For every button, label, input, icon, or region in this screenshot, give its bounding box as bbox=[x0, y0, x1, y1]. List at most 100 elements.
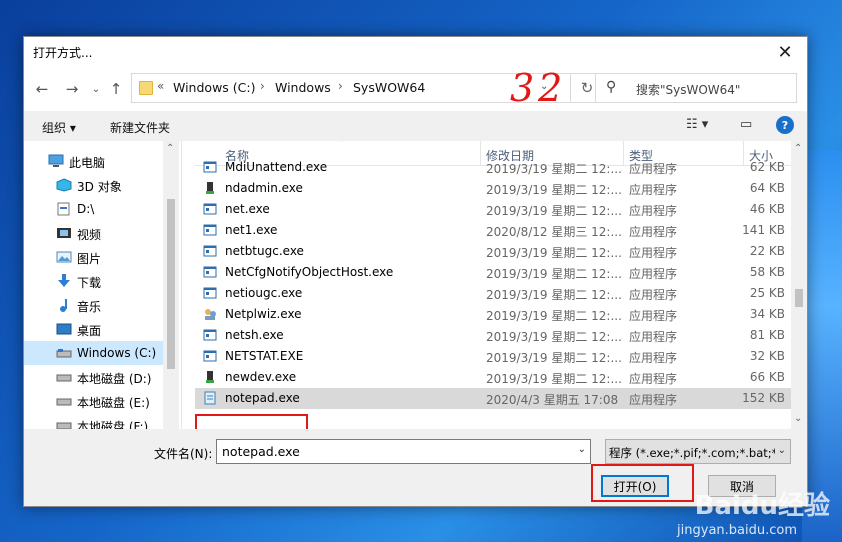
file-type-select[interactable]: 程序 (*.exe;*.pif;*.com;*.bat;*. ⌄ bbox=[605, 439, 791, 464]
breadcrumb-windows[interactable]: Windows bbox=[275, 80, 331, 95]
back-arrow-icon[interactable]: ← bbox=[32, 79, 52, 99]
breadcrumb-separator-icon[interactable]: › bbox=[260, 79, 265, 93]
sidebar-item-label: 下载 bbox=[77, 276, 102, 290]
file-row[interactable]: ndadmin.exe 2019/3/19 星期二 12:... 应用程序 64 KB bbox=[195, 178, 791, 199]
file-list: 名称 ⌃ 修改日期 类型 大小 MdiUnattend.exe 2019/3/19… bbox=[195, 141, 807, 429]
file-date: 2019/3/19 星期二 12:... bbox=[486, 267, 622, 281]
file-row[interactable]: newdev.exe 2019/3/19 星期二 12:... 应用程序 66 KB bbox=[195, 367, 791, 388]
view-options-icon[interactable]: ☷ ▾ bbox=[686, 117, 708, 132]
file-name: netsh.exe bbox=[225, 328, 284, 342]
file-row[interactable]: net1.exe 2020/8/12 星期三 12:... 应用程序 141 KB bbox=[195, 220, 791, 241]
sidebar-item-desktop[interactable]: 桌面 bbox=[24, 317, 163, 341]
organize-button[interactable]: 组织 ▾ bbox=[42, 119, 76, 136]
file-size: 81 KB bbox=[749, 328, 785, 342]
breadcrumb-drive[interactable]: Windows (C:) bbox=[173, 80, 255, 95]
sidebar-item-music[interactable]: 音乐 bbox=[24, 293, 163, 317]
scroll-up-icon[interactable]: ⌃ bbox=[794, 143, 802, 154]
forward-arrow-icon[interactable]: → bbox=[62, 79, 82, 99]
file-type: 应用程序 bbox=[629, 372, 678, 386]
exe-icon bbox=[203, 265, 217, 279]
file-row[interactable]: notepad.exe 2020/4/3 星期五 17:08 应用程序 152 KB bbox=[195, 388, 791, 409]
up-arrow-icon[interactable]: ↑ bbox=[106, 79, 126, 99]
baidu-watermark-logo: Baidu经验 bbox=[694, 491, 830, 521]
file-name: netbtugc.exe bbox=[225, 244, 304, 258]
desktop-background bbox=[802, 150, 842, 542]
drive-icon bbox=[56, 422, 72, 429]
drive-icon bbox=[56, 374, 72, 382]
close-icon[interactable]: ✕ bbox=[763, 37, 807, 67]
file-size: 141 KB bbox=[742, 223, 785, 237]
sidebar-scroll-thumb[interactable] bbox=[167, 199, 175, 369]
admin-exe-icon bbox=[203, 181, 217, 195]
file-row[interactable]: MdiUnattend.exe 2019/3/19 星期二 12:... 应用程序 6… bbox=[195, 157, 791, 178]
preview-pane-icon[interactable]: ▭ bbox=[740, 117, 752, 132]
file-date: 2020/4/3 星期五 17:08 bbox=[486, 393, 619, 407]
file-type-value: 程序 (*.exe;*.pif;*.com;*.bat;*. bbox=[609, 446, 775, 460]
video-icon bbox=[57, 228, 71, 238]
command-bar: 组织 ▾ 新建文件夹 ☷ ▾ ▭ ? bbox=[24, 111, 807, 141]
exe-icon bbox=[203, 244, 217, 258]
address-dropdown-icon[interactable]: ⌄ bbox=[540, 81, 548, 92]
sidebar-item-local-disk-d[interactable]: 本地磁盘 (D:) bbox=[24, 365, 163, 389]
file-row[interactable]: netbtugc.exe 2019/3/19 星期二 12:... 应用程序 22 K… bbox=[195, 241, 791, 262]
filename-input[interactable]: notepad.exe ⌄ bbox=[216, 439, 591, 464]
sidebar-item-this-pc[interactable]: 此电脑 bbox=[24, 149, 163, 173]
pc-icon bbox=[48, 154, 64, 167]
file-name: net1.exe bbox=[225, 223, 278, 237]
recent-locations-chevron-icon[interactable]: ⌄ bbox=[86, 79, 106, 99]
search-box[interactable]: ⚲ 搜索"SysWOW64" bbox=[595, 73, 797, 103]
scroll-up-icon[interactable]: ⌃ bbox=[166, 143, 174, 154]
help-icon[interactable]: ? bbox=[776, 116, 794, 134]
file-size: 64 KB bbox=[749, 181, 785, 195]
sidebar-item-d-drive-folder[interactable]: D:\ bbox=[24, 197, 163, 221]
breadcrumb-syswow64[interactable]: SysWOW64 bbox=[353, 80, 425, 95]
file-size: 34 KB bbox=[749, 307, 785, 321]
music-icon bbox=[60, 299, 67, 312]
sidebar-item-3d-objects[interactable]: 3D 对象 bbox=[24, 173, 163, 197]
folder-icon bbox=[57, 202, 70, 216]
file-type: 应用程序 bbox=[629, 330, 678, 344]
exe-icon bbox=[203, 223, 217, 237]
file-list-scrollbar[interactable]: ⌃ ⌄ bbox=[791, 141, 807, 429]
file-name: MdiUnattend.exe bbox=[225, 160, 328, 174]
file-row[interactable]: netsh.exe 2019/3/19 星期二 12:... 应用程序 81 KB bbox=[195, 325, 791, 346]
sidebar-item-label: Windows (C:) bbox=[77, 346, 157, 360]
search-icon: ⚲ bbox=[606, 79, 617, 95]
file-row[interactable]: NetCfgNotifyObjectHost.exe 2019/3/19 星期二 … bbox=[195, 262, 791, 283]
window-title: 打开方式... bbox=[33, 46, 93, 60]
footer-panel: 文件名(N): notepad.exe ⌄ 程序 (*.exe;*.pif;*.… bbox=[24, 429, 807, 506]
file-date: 2019/3/19 星期二 12:... bbox=[486, 288, 622, 302]
folder-icon bbox=[139, 81, 153, 95]
file-row[interactable]: net.exe 2019/3/19 星期二 12:... 应用程序 46 KB bbox=[195, 199, 791, 220]
file-list-scroll-thumb[interactable] bbox=[795, 289, 803, 307]
breadcrumb-separator-icon[interactable]: › bbox=[338, 79, 343, 93]
sidebar-item-label: 本地磁盘 (F:) bbox=[77, 420, 149, 429]
address-bar[interactable]: « Windows (C:) › Windows › SysWOW64 32 ⌄… bbox=[131, 66, 604, 110]
file-size: 22 KB bbox=[749, 244, 785, 258]
scroll-down-icon[interactable]: ⌄ bbox=[794, 413, 802, 424]
file-date: 2019/3/19 星期二 12:... bbox=[486, 309, 622, 323]
file-type: 应用程序 bbox=[629, 204, 678, 218]
file-name: netiougc.exe bbox=[225, 286, 303, 300]
breadcrumb-overflow[interactable]: « bbox=[157, 79, 164, 93]
file-type: 应用程序 bbox=[629, 351, 678, 365]
file-row[interactable]: Netplwiz.exe 2019/3/19 星期二 12:... 应用程序 34 K… bbox=[195, 304, 791, 325]
file-row[interactable]: netiougc.exe 2019/3/19 星期二 12:... 应用程序 25 K… bbox=[195, 283, 791, 304]
sidebar-item-local-disk-e[interactable]: 本地磁盘 (E:) bbox=[24, 389, 163, 413]
file-date: 2019/3/19 星期二 12:... bbox=[486, 183, 622, 197]
file-row[interactable]: NETSTAT.EXE 2019/3/19 星期二 12:... 应用程序 32 KB bbox=[195, 346, 791, 367]
sidebar-scrollbar[interactable]: ⌃ bbox=[163, 141, 179, 429]
file-name: net.exe bbox=[225, 202, 270, 216]
sidebar-item-downloads[interactable]: 下载 bbox=[24, 269, 163, 293]
file-date: 2019/3/19 星期二 12:... bbox=[486, 351, 622, 365]
notepad-icon bbox=[203, 391, 217, 405]
sidebar-item-label: 此电脑 bbox=[69, 156, 106, 170]
pane-divider[interactable] bbox=[181, 141, 182, 429]
exe-icon bbox=[203, 286, 217, 300]
sidebar-item-local-disk-f[interactable]: 本地磁盘 (F:) bbox=[24, 413, 163, 429]
sidebar-item-pictures[interactable]: 图片 bbox=[24, 245, 163, 269]
chevron-down-icon[interactable]: ⌄ bbox=[578, 444, 586, 455]
new-folder-button[interactable]: 新建文件夹 bbox=[110, 119, 170, 136]
sidebar-item-windows-c[interactable]: Windows (C:) bbox=[24, 341, 163, 365]
sidebar-item-videos[interactable]: 视频 bbox=[24, 221, 163, 245]
